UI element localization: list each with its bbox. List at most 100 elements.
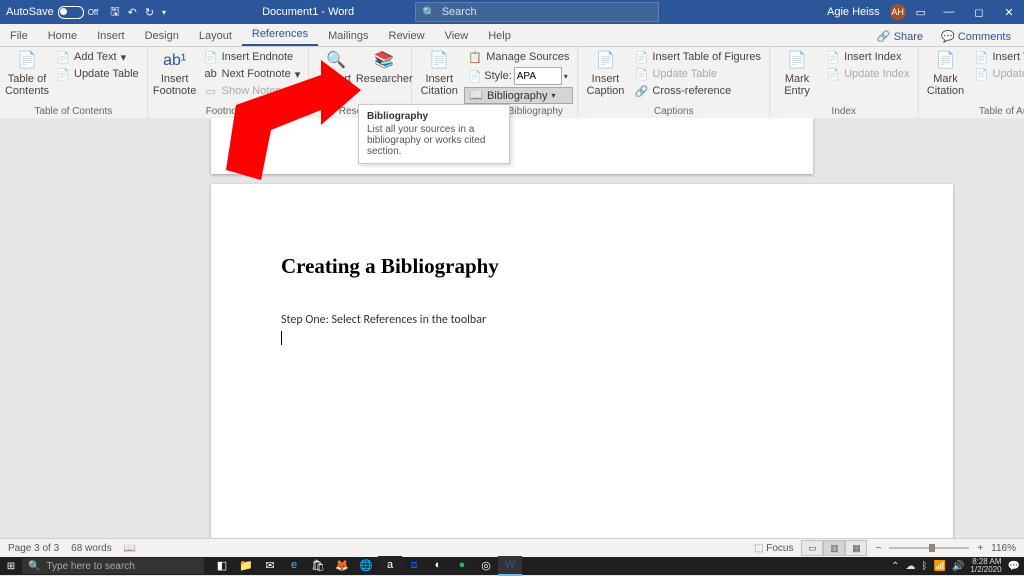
bibliography-button[interactable]: 📖Bibliography ▾ bbox=[464, 87, 573, 104]
chrome-icon[interactable]: 🌐 bbox=[354, 556, 378, 574]
style-selector[interactable]: 📄Style: ▾ bbox=[464, 66, 573, 86]
app-icon[interactable]: ◐ bbox=[426, 556, 450, 574]
insert-toa-button[interactable]: 📄Insert Table of Authorities bbox=[971, 49, 1024, 65]
text-cursor bbox=[281, 331, 282, 345]
save-icon[interactable]: 🖫 bbox=[110, 3, 119, 22]
app-icon[interactable]: ◎ bbox=[474, 556, 498, 574]
manage-sources-button[interactable]: 📋Manage Sources bbox=[464, 49, 573, 65]
volume-icon[interactable]: 🔊 bbox=[952, 561, 964, 572]
tab-layout[interactable]: Layout bbox=[189, 26, 242, 46]
tooltip-title: Bibliography bbox=[367, 111, 501, 122]
edge-icon[interactable]: e bbox=[282, 556, 306, 574]
show-notes-icon: ▭ bbox=[204, 84, 218, 98]
insert-footnote-button[interactable]: ab¹Insert Footnote bbox=[152, 49, 198, 99]
next-footnote-icon: ab bbox=[204, 67, 218, 81]
redo-icon[interactable]: ↻ bbox=[145, 6, 154, 19]
avatar[interactable]: AH bbox=[890, 4, 906, 20]
focus-mode-button[interactable]: ⬚ Focus bbox=[754, 543, 793, 554]
minimize-button[interactable]: — bbox=[934, 6, 964, 19]
comments-button[interactable]: 💬 Comments bbox=[934, 27, 1018, 46]
qat-dropdown-icon[interactable]: ▾ bbox=[162, 8, 166, 17]
manage-sources-icon: 📋 bbox=[468, 50, 482, 64]
style-input[interactable] bbox=[514, 67, 562, 85]
clock[interactable]: 8:28 AM1/2/2020 bbox=[970, 558, 1001, 574]
autosave-toggle[interactable]: AutoSave Off bbox=[0, 6, 104, 19]
update-table-button[interactable]: 📄Update Table bbox=[52, 66, 143, 82]
ribbon-tabs: File Home Insert Design Layout Reference… bbox=[0, 24, 1024, 47]
insert-tof-button[interactable]: 📄Insert Table of Figures bbox=[630, 49, 765, 65]
tab-insert[interactable]: Insert bbox=[87, 26, 135, 46]
windows-taskbar: ⊞ 🔍Type here to search ◧ 📁 ✉ e 🛍 🦊 🌐 a ⧈… bbox=[0, 557, 1024, 575]
tab-home[interactable]: Home bbox=[38, 26, 87, 46]
username[interactable]: Agie Heiss bbox=[827, 6, 880, 18]
zoom-level[interactable]: 116% bbox=[991, 543, 1016, 554]
tab-design[interactable]: Design bbox=[135, 26, 189, 46]
document-line[interactable]: Step One: Select References in the toolb… bbox=[281, 313, 883, 327]
document-canvas[interactable]: Creating a Bibliography Step One: Select… bbox=[0, 118, 1024, 557]
start-button[interactable]: ⊞ bbox=[0, 557, 22, 575]
ribbon-display-icon[interactable]: ▭ bbox=[916, 6, 926, 19]
mark-citation-button[interactable]: 📄Mark Citation bbox=[923, 49, 969, 99]
spellcheck-icon[interactable]: 📖 bbox=[124, 543, 136, 554]
undo-icon[interactable]: ↶ bbox=[128, 6, 137, 19]
toggle-off-icon[interactable] bbox=[58, 6, 84, 19]
word-count[interactable]: 68 words bbox=[71, 543, 112, 554]
xref-icon: 🔗 bbox=[634, 84, 648, 98]
app-icon[interactable]: ● bbox=[450, 556, 474, 574]
onedrive-icon[interactable]: ☁ bbox=[906, 561, 916, 572]
notifications-icon[interactable]: 💬 bbox=[1008, 561, 1020, 572]
taskbar-search[interactable]: 🔍Type here to search bbox=[22, 558, 204, 574]
page-current[interactable]: Creating a Bibliography Step One: Select… bbox=[211, 184, 953, 557]
tab-view[interactable]: View bbox=[435, 26, 479, 46]
table-of-contents-button[interactable]: 📄Table of Contents bbox=[4, 49, 50, 99]
group-index: 📄Mark Entry 📄Insert Index 📄Update Index … bbox=[770, 47, 918, 119]
add-text-button[interactable]: 📄Add Text ▾ bbox=[52, 49, 143, 65]
mail-icon[interactable]: ✉ bbox=[258, 556, 282, 574]
zoom-in-button[interactable]: + bbox=[977, 543, 983, 554]
taskbar-apps: ◧ 📁 ✉ e 🛍 🦊 🌐 a ⧈ ◐ ● ◎ W bbox=[210, 556, 522, 576]
tooltip-body: List all your sources in a bibliography … bbox=[367, 124, 501, 157]
store-icon[interactable]: 🛍 bbox=[306, 556, 330, 574]
insert-caption-button[interactable]: 📄Insert Caption bbox=[582, 49, 628, 99]
print-layout-icon[interactable]: ▥ bbox=[823, 540, 845, 556]
read-mode-icon[interactable]: ▭ bbox=[801, 540, 823, 556]
web-layout-icon[interactable]: ▦ bbox=[845, 540, 867, 556]
tab-mailings[interactable]: Mailings bbox=[318, 26, 378, 46]
cross-reference-button[interactable]: 🔗Cross-reference bbox=[630, 83, 765, 99]
word-icon[interactable]: W bbox=[498, 556, 522, 576]
tab-file[interactable]: File bbox=[0, 26, 38, 46]
bluetooth-icon[interactable]: ᛒ bbox=[922, 561, 928, 572]
page-count[interactable]: Page 3 of 3 bbox=[8, 543, 59, 554]
amazon-icon[interactable]: a bbox=[378, 556, 402, 574]
tab-references[interactable]: References bbox=[242, 24, 318, 46]
document-heading[interactable]: Creating a Bibliography bbox=[281, 254, 883, 279]
mark-entry-button[interactable]: 📄Mark Entry bbox=[774, 49, 820, 99]
tab-help[interactable]: Help bbox=[478, 26, 521, 46]
researcher-button[interactable]: 📚Researcher bbox=[361, 49, 407, 87]
search-icon: 🔍 bbox=[28, 561, 40, 572]
tof-icon: 📄 bbox=[634, 50, 648, 64]
share-button[interactable]: 🔗 Share bbox=[870, 27, 930, 46]
insert-index-button[interactable]: 📄Insert Index bbox=[822, 49, 913, 65]
firefox-icon[interactable]: 🦊 bbox=[330, 556, 354, 574]
citation-icon: 📄 bbox=[429, 51, 449, 71]
close-button[interactable]: ✕ bbox=[994, 6, 1024, 19]
caption-icon: 📄 bbox=[595, 51, 615, 71]
explorer-icon[interactable]: 📁 bbox=[234, 556, 258, 574]
zoom-slider[interactable] bbox=[889, 547, 969, 549]
tab-review[interactable]: Review bbox=[379, 26, 435, 46]
maximize-button[interactable]: ◻ bbox=[964, 6, 994, 19]
status-bar: Page 3 of 3 68 words 📖 ⬚ Focus ▭ ▥ ▦ − +… bbox=[0, 538, 1024, 557]
group-label: Captions bbox=[582, 104, 765, 119]
tray-chevron-icon[interactable]: ⌃ bbox=[891, 561, 899, 572]
group-label: Index bbox=[774, 104, 913, 119]
red-arrow-annotation bbox=[226, 60, 366, 190]
search-box[interactable]: 🔍 Search bbox=[415, 2, 659, 22]
insert-citation-button[interactable]: 📄Insert Citation bbox=[416, 49, 462, 99]
group-toa: 📄Mark Citation 📄Insert Table of Authorit… bbox=[919, 47, 1024, 119]
zoom-out-button[interactable]: − bbox=[875, 543, 881, 554]
wifi-icon[interactable]: 📶 bbox=[934, 561, 946, 572]
document-title: Document1 - Word bbox=[172, 6, 415, 18]
dropbox-icon[interactable]: ⧈ bbox=[402, 556, 426, 574]
task-view-icon[interactable]: ◧ bbox=[210, 556, 234, 574]
